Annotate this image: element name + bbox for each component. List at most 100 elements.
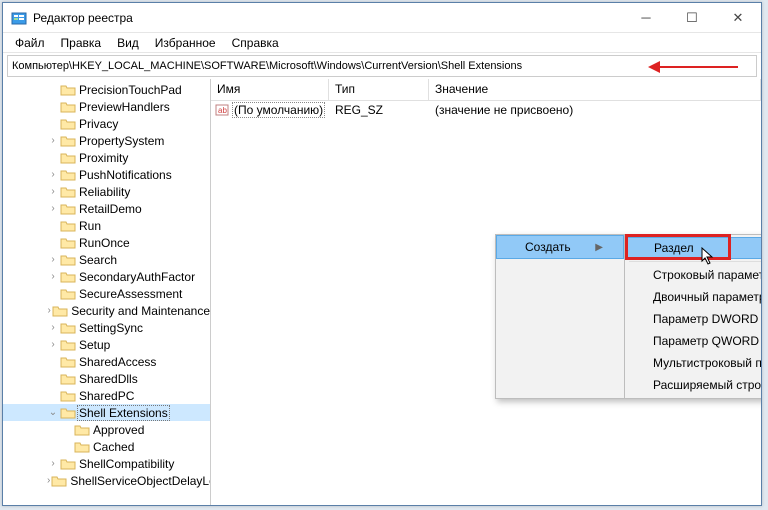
tree-item[interactable]: Cached — [3, 438, 210, 455]
chevron-right-icon[interactable]: › — [47, 475, 50, 486]
tree-item[interactable]: › RetailDemo — [3, 200, 210, 217]
tree-item[interactable]: SecureAssessment — [3, 285, 210, 302]
tree-panel[interactable]: PrecisionTouchPadPreviewHandlersPrivacy›… — [3, 79, 211, 505]
chevron-right-icon[interactable]: › — [47, 322, 59, 333]
chevron-right-icon[interactable]: › — [47, 305, 51, 316]
svg-text:ab: ab — [218, 106, 227, 115]
tree-item[interactable]: ⌄ Shell Extensions — [3, 404, 210, 421]
context-new-dword[interactable]: Параметр DWORD (32 бита) — [625, 308, 761, 330]
tree-item-label: RetailDemo — [79, 202, 142, 216]
tree-item-label: PushNotifications — [79, 168, 172, 182]
folder-icon — [74, 440, 90, 454]
list-row[interactable]: ab (По умолчанию) REG_SZ (значение не пр… — [211, 101, 761, 119]
close-button[interactable]: ✕ — [715, 3, 761, 33]
menu-file[interactable]: Файл — [7, 34, 53, 52]
tree-item[interactable]: SharedAccess — [3, 353, 210, 370]
tree-item-label: SharedDlls — [79, 372, 138, 386]
folder-icon — [60, 389, 76, 403]
tree-item[interactable]: › Security and Maintenance — [3, 302, 210, 319]
tree-item[interactable]: › ShellCompatibility — [3, 455, 210, 472]
context-new-multistring[interactable]: Мультистроковый параметр — [625, 352, 761, 374]
tree-item[interactable]: › Reliability — [3, 183, 210, 200]
tree-item[interactable]: PreviewHandlers — [3, 98, 210, 115]
tree-item[interactable]: SharedPC — [3, 387, 210, 404]
folder-icon — [60, 372, 76, 386]
folder-icon — [60, 406, 76, 420]
tree-item-label: Reliability — [79, 185, 130, 199]
folder-icon — [60, 355, 76, 369]
body: PrecisionTouchPadPreviewHandlersPrivacy›… — [3, 79, 761, 505]
tree-item[interactable]: ›ShellServiceObjectDelayLoad — [3, 472, 210, 489]
context-new-qword[interactable]: Параметр QWORD (64 бита) — [625, 330, 761, 352]
tree-item-label: Privacy — [79, 117, 118, 131]
tree-item[interactable]: ›Search — [3, 251, 210, 268]
value-name: (По умолчанию) — [232, 102, 325, 118]
tree-item-label: Setup — [79, 338, 110, 352]
address-text: Компьютер\HKEY_LOCAL_MACHINE\SOFTWARE\Mi… — [12, 60, 522, 72]
chevron-right-icon[interactable]: › — [47, 254, 59, 265]
folder-icon — [60, 338, 76, 352]
separator — [629, 261, 761, 262]
window-title: Редактор реестра — [33, 11, 623, 25]
folder-icon — [60, 236, 76, 250]
context-menu: Создать ▶ Раздел Строковый параметр Двои… — [495, 234, 761, 399]
tree-item-label: ShellCompatibility — [79, 457, 174, 471]
chevron-right-icon[interactable]: › — [47, 169, 59, 180]
context-submenu: Раздел Строковый параметр Двоичный парам… — [625, 234, 761, 399]
tree-item-label: SettingSync — [79, 321, 143, 335]
context-new-binary[interactable]: Двоичный параметр — [625, 286, 761, 308]
menu-help[interactable]: Справка — [224, 34, 287, 52]
tree-item[interactable]: › PushNotifications — [3, 166, 210, 183]
tree-item-label: SecondaryAuthFactor — [79, 270, 195, 284]
tree-item[interactable]: Approved — [3, 421, 210, 438]
regedit-window: Редактор реестра ─ ☐ ✕ Файл Правка Вид И… — [2, 2, 762, 506]
folder-icon — [60, 321, 76, 335]
minimize-button[interactable]: ─ — [623, 3, 669, 33]
folder-icon — [60, 83, 76, 97]
chevron-right-icon[interactable]: › — [47, 339, 59, 350]
tree-item[interactable]: ›PropertySystem — [3, 132, 210, 149]
tree-item[interactable]: › SettingSync — [3, 319, 210, 336]
tree-item-label: RunOnce — [79, 236, 130, 250]
tree-item-label: SharedAccess — [79, 355, 156, 369]
chevron-right-icon[interactable]: › — [47, 203, 59, 214]
tree-item-label: PrecisionTouchPad — [79, 83, 182, 97]
col-value[interactable]: Значение — [429, 79, 761, 100]
menu-view[interactable]: Вид — [109, 34, 147, 52]
tree-item-label: Cached — [93, 440, 134, 454]
tree-item-label: Shell Extensions — [77, 405, 170, 421]
folder-icon — [60, 202, 76, 216]
folder-icon — [51, 474, 67, 488]
context-new-key[interactable]: Раздел — [625, 237, 761, 259]
folder-icon — [60, 168, 76, 182]
folder-icon — [60, 287, 76, 301]
chevron-down-icon[interactable]: ⌄ — [47, 407, 59, 418]
tree-item[interactable]: RunOnce — [3, 234, 210, 251]
tree-item-label: Security and Maintenance — [71, 304, 210, 318]
tree-item[interactable]: SharedDlls — [3, 370, 210, 387]
value-type: REG_SZ — [329, 103, 429, 117]
menu-edit[interactable]: Правка — [53, 34, 110, 52]
address-bar[interactable]: Компьютер\HKEY_LOCAL_MACHINE\SOFTWARE\Mi… — [7, 55, 757, 77]
tree-item[interactable]: Run — [3, 217, 210, 234]
chevron-right-icon[interactable]: › — [47, 271, 59, 282]
tree-item[interactable]: PrecisionTouchPad — [3, 81, 210, 98]
menu-favorites[interactable]: Избранное — [147, 34, 224, 52]
maximize-button[interactable]: ☐ — [669, 3, 715, 33]
col-type[interactable]: Тип — [329, 79, 429, 100]
folder-icon — [60, 270, 76, 284]
chevron-right-icon: ▶ — [595, 242, 603, 253]
context-create[interactable]: Создать ▶ — [496, 235, 624, 259]
context-new-expandstring[interactable]: Расширяемый строковый параметр — [625, 374, 761, 396]
col-name[interactable]: Имя — [211, 79, 329, 100]
tree-item[interactable]: › Setup — [3, 336, 210, 353]
tree-item[interactable]: Proximity — [3, 149, 210, 166]
value-data: (значение не присвоено) — [429, 103, 761, 117]
chevron-right-icon[interactable]: › — [47, 186, 59, 197]
context-new-string[interactable]: Строковый параметр — [625, 264, 761, 286]
annotation-arrow — [638, 60, 738, 74]
chevron-right-icon[interactable]: › — [47, 458, 59, 469]
tree-item[interactable]: Privacy — [3, 115, 210, 132]
tree-item[interactable]: › SecondaryAuthFactor — [3, 268, 210, 285]
chevron-right-icon[interactable]: › — [47, 135, 59, 146]
